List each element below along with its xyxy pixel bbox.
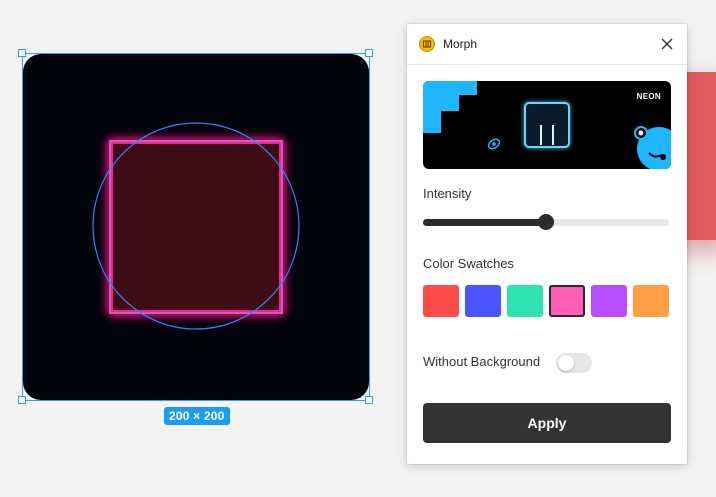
apply-button[interactable]: Apply: [423, 403, 671, 443]
resize-handle-bottom-right[interactable]: [365, 396, 373, 404]
color-swatch[interactable]: [633, 285, 669, 317]
neon-preview-art: [423, 81, 671, 169]
intensity-label: Intensity: [423, 186, 472, 201]
morph-logo-icon: [419, 36, 435, 52]
preview-center-box: [524, 102, 570, 148]
resize-handle-top-left[interactable]: [18, 49, 26, 57]
color-swatches: [423, 285, 671, 317]
color-swatch[interactable]: [465, 285, 501, 317]
preview-compass-mark: [487, 138, 501, 150]
preview-label: NEON: [636, 92, 661, 101]
without-background-toggle[interactable]: [556, 353, 592, 373]
size-badge: 200 × 200: [164, 407, 230, 425]
morph-plugin-panel: Morph NEON Intensity Color Swatches With…: [407, 24, 687, 464]
toggle-knob: [558, 355, 574, 371]
color-swatches-label: Color Swatches: [423, 256, 515, 271]
without-background-label: Without Background: [423, 354, 541, 369]
close-icon[interactable]: [659, 36, 675, 52]
color-swatch[interactable]: [507, 285, 543, 317]
panel-title: Morph: [443, 37, 478, 51]
intensity-slider-thumb[interactable]: [538, 214, 554, 230]
color-swatch[interactable]: [423, 285, 459, 317]
intensity-slider[interactable]: [423, 214, 669, 230]
panel-header: Morph: [407, 24, 687, 65]
color-swatch[interactable]: [591, 285, 627, 317]
resize-handle-top-right[interactable]: [365, 49, 373, 57]
neon-artwork: [92, 122, 300, 330]
intensity-slider-fill: [423, 219, 546, 226]
style-preview: NEON: [423, 81, 671, 169]
color-swatch[interactable]: [549, 285, 585, 317]
neon-square: [109, 140, 283, 314]
canvas-frame[interactable]: [23, 54, 369, 400]
resize-handle-bottom-left[interactable]: [18, 396, 26, 404]
preview-stairs: [423, 81, 477, 133]
preview-right-blob: [634, 126, 671, 169]
